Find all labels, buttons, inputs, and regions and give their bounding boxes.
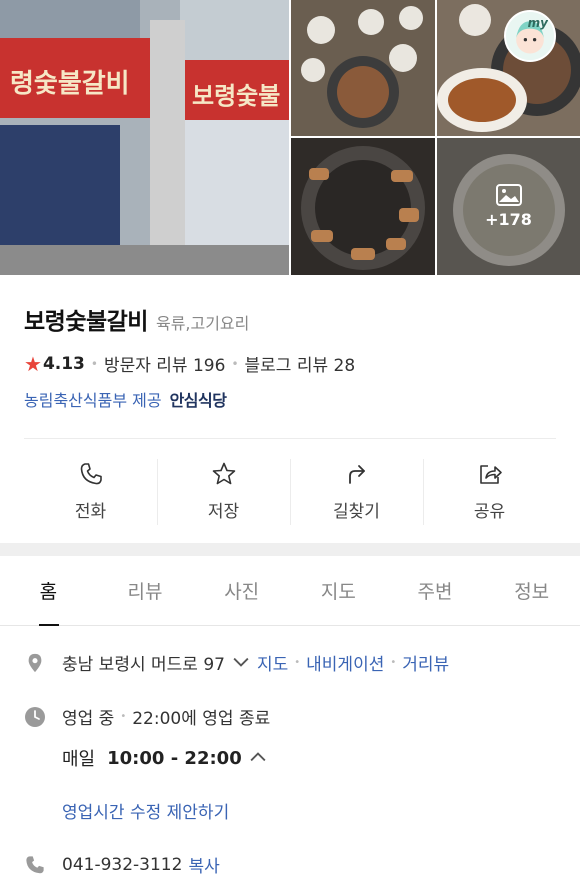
visitor-reviews-link[interactable]: 방문자 리뷰 196 bbox=[104, 351, 225, 376]
hours-time: 10:00 - 22:00 bbox=[107, 747, 242, 769]
rating-value: 4.13 bbox=[42, 353, 85, 374]
tab-nearby[interactable]: 주변 bbox=[387, 556, 484, 625]
phone-number[interactable]: 041-932-3112 bbox=[62, 855, 182, 875]
separator-dot: • bbox=[294, 657, 301, 668]
copy-phone-link[interactable]: 복사 bbox=[188, 852, 219, 877]
divider bbox=[24, 438, 556, 439]
blog-reviews-link[interactable]: 블로그 리뷰 28 bbox=[245, 351, 356, 376]
hours-row[interactable]: 매일 10:00 - 22:00 bbox=[62, 745, 274, 771]
street-view-link[interactable]: 거리뷰 bbox=[402, 650, 449, 675]
tab-reviews[interactable]: 리뷰 bbox=[97, 556, 194, 625]
save-label: 저장 bbox=[207, 501, 240, 522]
image-icon bbox=[495, 184, 522, 206]
separator-dot: • bbox=[120, 711, 127, 722]
separator-dot: • bbox=[90, 356, 98, 371]
action-bar: 전화 저장 길찾기 공유 bbox=[24, 455, 556, 527]
address-row: 충남 보령시 머드로 97 지도 • 내비게이션 • 거리뷰 bbox=[24, 650, 449, 675]
rating-star-icon: ★ bbox=[24, 351, 42, 376]
svg-text:보령숯불: 보령숯불 bbox=[192, 82, 280, 110]
directions-label: 길찾기 bbox=[333, 501, 380, 522]
storefront-photo[interactable]: 령숯불갈비 보령숯불 bbox=[0, 0, 289, 275]
cert-source-link[interactable]: 농림축산식품부 제공 bbox=[24, 387, 162, 411]
save-button[interactable]: 저장 bbox=[157, 455, 290, 527]
rating-row: ★ 4.13 • 방문자 리뷰 196 • 블로그 리뷰 28 bbox=[24, 351, 356, 377]
place-name: 보령숯불갈비 bbox=[24, 309, 148, 335]
naengmyeon-photo[interactable]: +178 bbox=[437, 138, 580, 275]
business-status-row: 영업 중 • 22:00에 영업 종료 bbox=[24, 704, 270, 729]
chevron-up-icon[interactable] bbox=[250, 750, 266, 766]
tab-home[interactable]: 홈 bbox=[0, 556, 97, 626]
open-status: 영업 중 bbox=[62, 709, 115, 729]
separator-dot: • bbox=[231, 356, 239, 371]
navigation-link[interactable]: 내비게이션 bbox=[306, 650, 384, 675]
tab-bar: 홈 리뷰 사진 지도 주변 정보 bbox=[0, 556, 580, 626]
directions-icon bbox=[348, 464, 365, 484]
directions-button[interactable]: 길찾기 bbox=[290, 455, 423, 527]
grilled-ribs-photo[interactable]: my bbox=[437, 0, 580, 136]
phone-icon bbox=[24, 854, 46, 876]
chevron-down-icon[interactable] bbox=[233, 655, 249, 671]
table-food-photo[interactable] bbox=[291, 0, 435, 136]
tab-info[interactable]: 정보 bbox=[483, 556, 580, 625]
separator-dot: • bbox=[390, 657, 397, 668]
safe-restaurant-badge: 안심식당 bbox=[169, 391, 227, 410]
share-icon bbox=[479, 464, 502, 484]
clock-icon bbox=[24, 706, 46, 728]
call-button[interactable]: 전화 bbox=[24, 455, 157, 527]
hours-day: 매일 bbox=[62, 749, 96, 770]
photo-gallery: 령숯불갈비 보령숯불 my +178 bbox=[0, 0, 580, 275]
address-text[interactable]: 충남 보령시 머드로 97 bbox=[62, 650, 225, 675]
location-pin-icon bbox=[24, 652, 46, 674]
svg-text:령숯불갈비: 령숯불갈비 bbox=[10, 69, 130, 99]
suggest-hours-edit-link[interactable]: 영업시간 수정 제안하기 bbox=[62, 798, 229, 823]
star-icon bbox=[212, 462, 235, 484]
more-photos-count: +178 bbox=[485, 210, 532, 229]
phone-row: 041-932-3112 복사 bbox=[24, 852, 220, 877]
grill-meat-photo[interactable] bbox=[291, 138, 435, 275]
place-category: 육류,고기요리 bbox=[155, 314, 250, 333]
section-gap bbox=[0, 543, 580, 556]
place-title-row: 보령숯불갈비 육류,고기요리 bbox=[24, 302, 249, 336]
map-link[interactable]: 지도 bbox=[257, 650, 288, 675]
share-label: 공유 bbox=[473, 501, 506, 522]
call-label: 전화 bbox=[74, 501, 107, 522]
closing-time: 22:00에 영업 종료 bbox=[132, 709, 271, 729]
certification-row: 농림축산식품부 제공 안심식당 bbox=[24, 387, 227, 411]
tab-photos[interactable]: 사진 bbox=[193, 556, 290, 625]
share-button[interactable]: 공유 bbox=[423, 455, 556, 527]
more-photos-overlay[interactable]: +178 bbox=[437, 138, 580, 275]
my-badge-text: my bbox=[527, 16, 548, 30]
tab-map[interactable]: 지도 bbox=[290, 556, 387, 625]
my-profile-avatar[interactable]: my bbox=[504, 10, 556, 62]
phone-icon bbox=[80, 462, 102, 484]
